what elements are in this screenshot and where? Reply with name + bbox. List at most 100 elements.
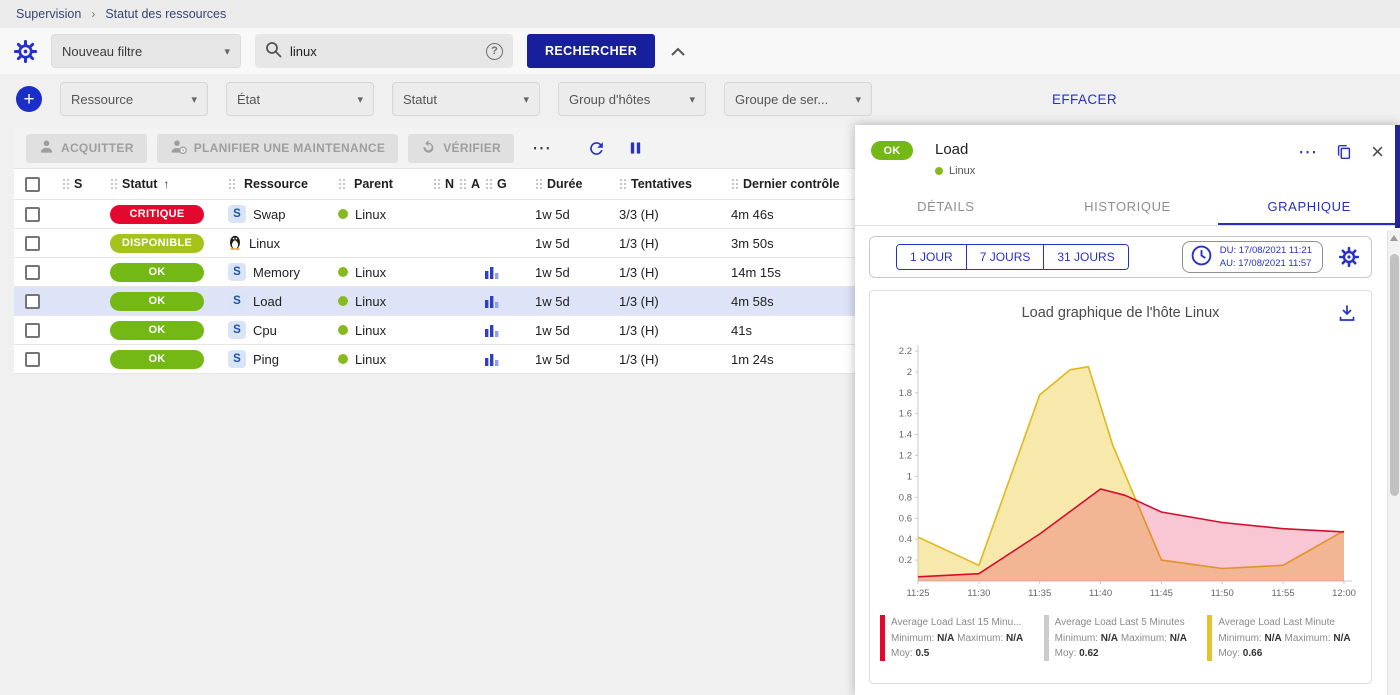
table-row-linux[interactable]: DISPONIBLELinux1w 5d1/3 (H)3m 50s <box>14 229 855 258</box>
pause-icon[interactable] <box>628 140 643 156</box>
close-icon[interactable]: × <box>1371 141 1384 163</box>
row-checkbox[interactable] <box>25 207 40 222</box>
table-row-load[interactable]: OKSLoadLinux1w 5d1/3 (H)4m 58s <box>14 287 855 316</box>
parent-name[interactable]: Linux <box>355 265 386 280</box>
resource-name[interactable]: Ping <box>253 352 279 367</box>
column-header-parent[interactable]: Parent <box>326 177 431 191</box>
filter-select-etat[interactable]: État▾ <box>226 82 374 116</box>
column-header-ressource[interactable]: Ressource <box>216 177 326 191</box>
panel-tabs: DÉTAILSHISTORIQUEGRAPHIQUE <box>855 187 1400 226</box>
drag-handle-icon[interactable] <box>110 178 118 190</box>
help-icon[interactable]: ? <box>486 43 503 60</box>
table-row-swap[interactable]: CRITIQUESSwapLinux1w 5d3/3 (H)4m 46s <box>14 200 855 229</box>
drag-handle-icon[interactable] <box>338 178 346 190</box>
legend-swatch <box>1044 615 1049 661</box>
last-check-value: 3m 50s <box>723 236 855 251</box>
search-field[interactable]: ? <box>255 34 513 68</box>
filter-select-statut[interactable]: Statut▾ <box>392 82 540 116</box>
select-all-checkbox[interactable] <box>25 177 40 192</box>
legend-item[interactable]: Average Load Last MinuteMinimum: N/A Max… <box>1207 615 1361 662</box>
column-header-g[interactable]: G <box>483 177 523 191</box>
legend-item[interactable]: Average Load Last 15 Minu...Minimum: N/A… <box>880 615 1034 662</box>
table-row-cpu[interactable]: OKSCpuLinux1w 5d1/3 (H)41s <box>14 316 855 345</box>
resource-name[interactable]: Swap <box>253 207 286 222</box>
drag-handle-icon[interactable] <box>535 178 543 190</box>
table-row-memory[interactable]: OKSMemoryLinux1w 5d1/3 (H)14m 15s <box>14 258 855 287</box>
graph-icon[interactable] <box>485 353 499 366</box>
download-icon[interactable] <box>1337 303 1357 326</box>
check-button[interactable]: VÉRIFIER <box>408 134 514 163</box>
drag-handle-icon[interactable] <box>731 178 739 190</box>
panel-scrollbar-thumb[interactable] <box>1395 125 1400 228</box>
chevron-down-icon: ▾ <box>191 93 197 106</box>
resource-name[interactable]: Load <box>253 294 282 309</box>
breadcrumb-item-statut-des-ressources[interactable]: Statut des ressources <box>105 7 226 21</box>
filter-select-ressource[interactable]: Ressource▾ <box>60 82 208 116</box>
panel-more-icon[interactable]: ⋯ <box>1298 143 1317 162</box>
column-header-duree[interactable]: Durée <box>523 177 611 191</box>
drag-handle-icon[interactable] <box>433 178 441 190</box>
drag-handle-icon[interactable] <box>619 178 627 190</box>
scrollbar-up-arrow[interactable] <box>1390 235 1398 241</box>
date-to: AU: 17/08/2021 11:57 <box>1220 258 1312 269</box>
scrollbar-thumb[interactable] <box>1390 254 1399 496</box>
column-header-n[interactable]: N <box>431 177 457 191</box>
saved-filter-select[interactable]: Nouveau filtre ▾ <box>51 34 241 68</box>
graph-icon[interactable] <box>485 266 499 279</box>
column-header-dernier[interactable]: Dernier contrôle <box>723 177 855 191</box>
drag-handle-icon[interactable] <box>459 178 467 190</box>
row-checkbox[interactable] <box>25 236 40 251</box>
column-header-s[interactable]: S <box>50 177 98 191</box>
refresh-icon[interactable] <box>587 139 606 158</box>
period-button-31-jours[interactable]: 31 JOURS <box>1044 245 1127 269</box>
drag-handle-icon[interactable] <box>485 178 493 190</box>
column-header-statut[interactable]: Statut↑ <box>98 177 216 191</box>
search-input[interactable] <box>290 44 478 59</box>
search-button[interactable]: RECHERCHER <box>527 34 655 68</box>
drag-handle-icon[interactable] <box>228 178 236 190</box>
parent-name[interactable]: Linux <box>355 352 386 367</box>
parent-name[interactable]: Linux <box>355 323 386 338</box>
column-header-tentatives[interactable]: Tentatives <box>611 177 723 191</box>
tab-graphique[interactable]: GRAPHIQUE <box>1218 187 1400 225</box>
drag-handle-icon[interactable] <box>62 178 70 190</box>
panel-parent-link[interactable]: Linux <box>949 165 975 177</box>
graph-settings-gear-icon[interactable] <box>1339 247 1359 267</box>
parent-name[interactable]: Linux <box>355 207 386 222</box>
table-row-ping[interactable]: OKSPingLinux1w 5d1/3 (H)1m 24s <box>14 345 855 374</box>
downtime-button[interactable]: PLANIFIER UNE MAINTENANCE <box>157 134 399 163</box>
row-checkbox[interactable] <box>25 294 40 309</box>
date-range-picker[interactable]: DU: 17/08/2021 11:21 AU: 17/08/2021 11:5… <box>1182 241 1323 274</box>
more-actions-icon[interactable]: ⋯ <box>524 139 559 158</box>
copy-link-icon[interactable] <box>1335 143 1353 161</box>
tab-historique[interactable]: HISTORIQUE <box>1037 187 1219 225</box>
column-header-a[interactable]: A <box>457 177 483 191</box>
period-button-7-jours[interactable]: 7 JOURS <box>967 245 1045 269</box>
settings-gear-icon[interactable] <box>14 40 37 63</box>
resource-name[interactable]: Cpu <box>253 323 277 338</box>
legend-item[interactable]: Average Load Last 5 MinutesMinimum: N/A … <box>1044 615 1198 662</box>
resource-name[interactable]: Linux <box>249 236 280 251</box>
date-from: DU: 17/08/2021 11:21 <box>1220 245 1312 256</box>
row-checkbox[interactable] <box>25 352 40 367</box>
acknowledge-button[interactable]: ACQUITTER <box>26 134 147 163</box>
graph-icon[interactable] <box>485 295 499 308</box>
vertical-scrollbar[interactable] <box>1387 230 1400 695</box>
filter-select-groupe-de-ser[interactable]: Groupe de ser...▾ <box>724 82 872 116</box>
breadcrumb-separator-icon: › <box>91 7 95 21</box>
chevron-up-icon[interactable] <box>671 47 685 56</box>
clear-filters-button[interactable]: EFFACER <box>1052 92 1117 107</box>
period-button-1-jour[interactable]: 1 JOUR <box>897 245 967 269</box>
tab-details[interactable]: DÉTAILS <box>855 187 1037 225</box>
breadcrumb-item-supervision[interactable]: Supervision <box>16 7 81 21</box>
add-criteria-button[interactable]: + <box>16 86 42 112</box>
row-checkbox[interactable] <box>25 323 40 338</box>
graph-icon[interactable] <box>485 324 499 337</box>
load-area-chart[interactable]: 0.20.40.60.811.21.41.61.822.211:2511:301… <box>880 335 1362 613</box>
row-checkbox[interactable] <box>25 265 40 280</box>
sort-asc-icon[interactable]: ↑ <box>163 177 169 191</box>
filter-select-group-d-hotes[interactable]: Group d'hôtes▾ <box>558 82 706 116</box>
resource-name[interactable]: Memory <box>253 265 300 280</box>
parent-name[interactable]: Linux <box>355 294 386 309</box>
service-icon: S <box>228 350 246 368</box>
